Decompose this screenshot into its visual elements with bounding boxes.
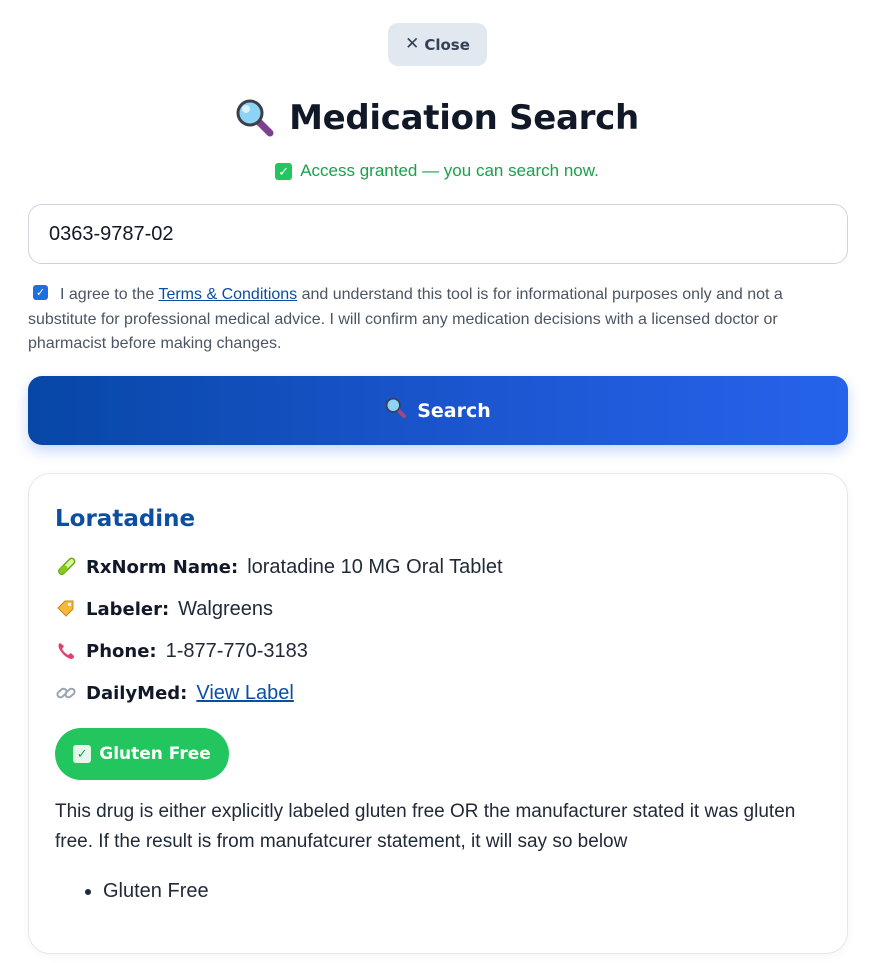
dailymed-row: DailyMed: View Label (55, 680, 294, 706)
magnifying-glass-icon (385, 397, 407, 424)
drug-name: Loratadine (55, 506, 196, 532)
rxnorm-row: RxNorm Name: loratadine 10 MG Oral Table… (55, 554, 503, 580)
search-input[interactable] (28, 204, 848, 264)
bullet-dot (85, 888, 91, 895)
list-item: Gluten Free (85, 880, 209, 903)
terms-link[interactable]: Terms & Conditions (158, 286, 297, 303)
check-box-icon: ✓ (73, 745, 92, 763)
list-item-text: Gluten Free (103, 880, 209, 902)
result-description: This drug is either explicitly labeled g… (55, 801, 796, 852)
page-title: Medication Search (0, 95, 874, 141)
rxnorm-label: RxNorm Name: (86, 556, 239, 578)
dailymed-label: DailyMed: (86, 682, 188, 704)
rxnorm-value: loratadine 10 MG Oral Tablet (247, 555, 503, 578)
phone-icon (55, 640, 77, 662)
gluten-free-badge-label: Gluten Free (99, 744, 211, 764)
medication-search-page: ✕ Close Medication Search ✓ Access grant… (0, 0, 874, 963)
magnifying-glass-icon (235, 98, 275, 138)
labeler-value: Walgreens (178, 597, 274, 620)
tag-icon (55, 598, 77, 620)
close-button-label: Close (424, 35, 470, 54)
phone-label: Phone: (86, 640, 157, 662)
labeler-row: Labeler: Walgreens (55, 596, 273, 622)
view-label-link[interactable]: View Label (196, 682, 293, 705)
link-icon (55, 682, 77, 704)
close-icon: ✕ (405, 34, 420, 54)
access-status-text: Access granted — you can search now. (300, 161, 599, 180)
access-status: ✓ Access granted — you can search now. (0, 160, 874, 182)
page-title-text: Medication Search (289, 98, 639, 138)
test-tube-icon (55, 556, 77, 578)
close-button[interactable]: ✕ Close (388, 23, 487, 66)
phone-row: Phone: 1-877-770-3183 (55, 638, 308, 664)
terms-text: I agree to the Terms & Conditions and un… (28, 286, 783, 352)
search-button[interactable]: Search (28, 376, 848, 445)
gluten-free-badge: ✓ Gluten Free (55, 728, 229, 780)
result-card: Loratadine RxNorm Name: loratadine 10 MG… (28, 473, 848, 954)
check-box-icon: ✓ (275, 162, 293, 180)
labeler-label: Labeler: (86, 598, 170, 620)
phone-value: 1-877-770-3183 (165, 639, 308, 662)
search-button-label: Search (417, 399, 491, 422)
